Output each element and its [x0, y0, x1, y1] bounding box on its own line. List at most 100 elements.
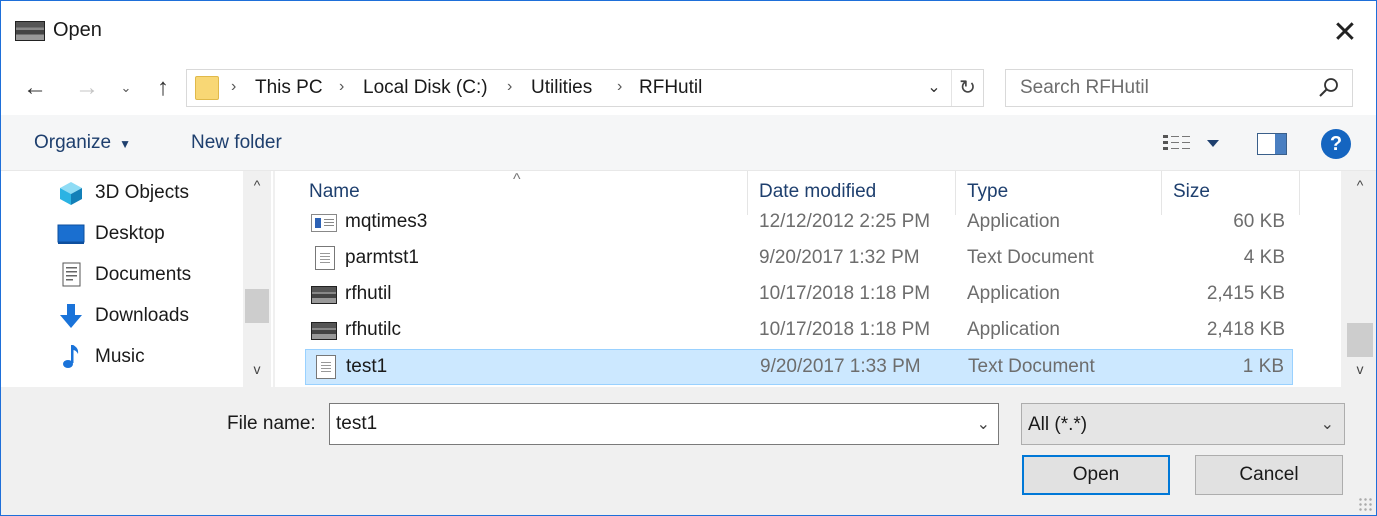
- window-title: Open: [53, 19, 102, 41]
- file-name: parmtst1: [345, 247, 419, 268]
- search-box[interactable]: [1005, 69, 1353, 107]
- title-bar: Open ✕: [1, 1, 1376, 63]
- file-type-select[interactable]: All (*.*) ⌄: [1021, 403, 1345, 445]
- file-list: ^ Name Date modified Type Size mqtimes3 …: [275, 171, 1341, 387]
- cancel-button[interactable]: Cancel: [1195, 455, 1343, 495]
- breadcrumb-rfhutil[interactable]: RFHutil: [639, 77, 702, 99]
- file-date-modified: 10/17/2018 1:18 PM: [759, 319, 931, 340]
- address-bar[interactable]: › This PC › Local Disk (C:) › Utilities …: [186, 69, 984, 107]
- search-icon[interactable]: [1316, 75, 1342, 101]
- new-folder-button[interactable]: New folder: [191, 132, 282, 154]
- file-type: Text Document: [967, 247, 1094, 268]
- file-name-combobox[interactable]: ⌄: [329, 403, 999, 445]
- sort-ascending-icon: ^: [513, 171, 521, 188]
- sidebar-item-downloads[interactable]: Downloads: [57, 298, 189, 334]
- application-window-icon: [311, 214, 337, 232]
- file-date-modified: 10/17/2018 1:18 PM: [759, 283, 931, 304]
- up-button[interactable]: ↑: [147, 71, 179, 105]
- navigation-bar: ← → ⌄ ↑ › This PC › Local Disk (C:) › Ut…: [1, 63, 1376, 115]
- sidebar-item-documents[interactable]: Documents: [57, 257, 191, 293]
- file-size: 2,418 KB: [1206, 319, 1285, 340]
- file-name-label: File name:: [227, 413, 316, 434]
- column-divider[interactable]: [1299, 171, 1300, 215]
- sidebar-item-label: Documents: [95, 264, 192, 285]
- text-document-icon: [315, 246, 335, 270]
- scroll-down-arrow-icon[interactable]: v: [1345, 361, 1375, 377]
- documents-icon: [57, 262, 85, 287]
- file-type-value: All (*.*): [1028, 414, 1088, 435]
- breadcrumb-separator[interactable]: ›: [617, 78, 622, 96]
- text-document-icon: [316, 355, 336, 379]
- folder-icon: [195, 76, 219, 100]
- file-name: rfhutilc: [345, 319, 401, 340]
- breadcrumb-separator[interactable]: ›: [507, 78, 512, 96]
- file-date-modified: 12/12/2012 2:25 PM: [759, 211, 931, 232]
- sidebar-item-music[interactable]: Music: [57, 339, 145, 375]
- music-icon: [57, 345, 85, 369]
- forward-button[interactable]: →: [71, 71, 103, 105]
- address-dropdown-button[interactable]: ⌄: [920, 77, 948, 97]
- preview-pane-icon[interactable]: [1257, 133, 1287, 155]
- open-button[interactable]: Open: [1022, 455, 1170, 495]
- column-header-date-modified[interactable]: Date modified: [759, 181, 876, 203]
- breadcrumb-local-disk[interactable]: Local Disk (C:): [363, 77, 488, 99]
- file-list-scrollbar[interactable]: ^ v: [1345, 171, 1375, 387]
- column-header-name[interactable]: Name: [309, 181, 360, 203]
- breadcrumb-separator[interactable]: ›: [231, 78, 236, 96]
- column-header-size[interactable]: Size: [1173, 181, 1210, 203]
- sidebar-item-desktop[interactable]: Desktop: [57, 216, 165, 252]
- scrollbar-thumb[interactable]: [245, 289, 269, 323]
- desktop-icon: [57, 222, 85, 246]
- scroll-up-arrow-icon[interactable]: ^: [243, 177, 271, 193]
- sidebar-item-label: 3D Objects: [95, 182, 189, 203]
- table-row[interactable]: mqtimes3 12/12/2012 2:25 PM Application …: [305, 205, 1293, 241]
- breadcrumb-separator[interactable]: ›: [339, 78, 344, 96]
- resize-grip-icon[interactable]: [1358, 497, 1372, 511]
- file-type: Application: [967, 319, 1060, 340]
- search-input[interactable]: [1006, 70, 1306, 106]
- table-row[interactable]: rfhutilc 10/17/2018 1:18 PM Application …: [305, 313, 1293, 349]
- file-type: Application: [967, 211, 1060, 232]
- file-date-modified: 9/20/2017 1:33 PM: [760, 356, 921, 377]
- scrollbar-thumb[interactable]: [1347, 323, 1373, 357]
- organize-button[interactable]: Organize ▼: [34, 132, 131, 154]
- file-size: 1 KB: [1242, 356, 1284, 377]
- file-name: rfhutil: [345, 283, 392, 304]
- file-date-modified: 9/20/2017 1:32 PM: [759, 247, 920, 268]
- chevron-down-icon[interactable]: ⌄: [977, 414, 990, 434]
- refresh-button[interactable]: ↻: [951, 70, 983, 106]
- scroll-down-arrow-icon[interactable]: v: [243, 361, 271, 377]
- file-name: mqtimes3: [345, 211, 428, 232]
- file-name: test1: [346, 356, 388, 377]
- file-size: 4 KB: [1243, 247, 1285, 268]
- close-button[interactable]: ✕: [1314, 1, 1376, 63]
- sidebar-item-label: Desktop: [95, 223, 165, 244]
- command-bar: Organize ▼ New folder ?: [1, 115, 1376, 171]
- sidebar-item-3d-objects[interactable]: 3D Objects: [57, 175, 189, 211]
- chevron-down-icon: ▼: [119, 137, 131, 151]
- navigation-pane-scrollbar[interactable]: ^ v: [243, 171, 271, 387]
- sidebar-item-label: Music: [95, 346, 145, 367]
- scroll-up-arrow-icon[interactable]: ^: [1345, 177, 1375, 193]
- open-file-dialog: Open ✕ ← → ⌄ ↑ › This PC › Local Disk (C…: [0, 0, 1377, 516]
- sidebar-item-label: Downloads: [95, 305, 189, 326]
- recent-locations-button[interactable]: ⌄: [115, 71, 137, 105]
- file-type: Text Document: [968, 356, 1095, 377]
- change-view-icon[interactable]: [1161, 131, 1225, 157]
- file-type: Application: [967, 283, 1060, 304]
- chevron-down-icon[interactable]: ⌄: [1321, 414, 1334, 434]
- file-size: 2,415 KB: [1206, 283, 1285, 304]
- breadcrumb-utilities[interactable]: Utilities: [531, 77, 592, 99]
- organize-label: Organize: [34, 132, 112, 153]
- table-row[interactable]: rfhutil 10/17/2018 1:18 PM Application 2…: [305, 277, 1293, 313]
- table-row-selected[interactable]: test1 9/20/2017 1:33 PM Text Document 1 …: [305, 349, 1293, 385]
- app-icon: [15, 21, 45, 41]
- downloads-icon: [57, 304, 85, 328]
- back-button[interactable]: ←: [19, 71, 51, 105]
- breadcrumb-this-pc[interactable]: This PC: [255, 77, 323, 99]
- help-icon[interactable]: ?: [1321, 129, 1351, 159]
- file-size: 60 KB: [1233, 211, 1285, 232]
- column-header-type[interactable]: Type: [967, 181, 1008, 203]
- file-name-field[interactable]: [330, 404, 960, 444]
- table-row[interactable]: parmtst1 9/20/2017 1:32 PM Text Document…: [305, 241, 1293, 277]
